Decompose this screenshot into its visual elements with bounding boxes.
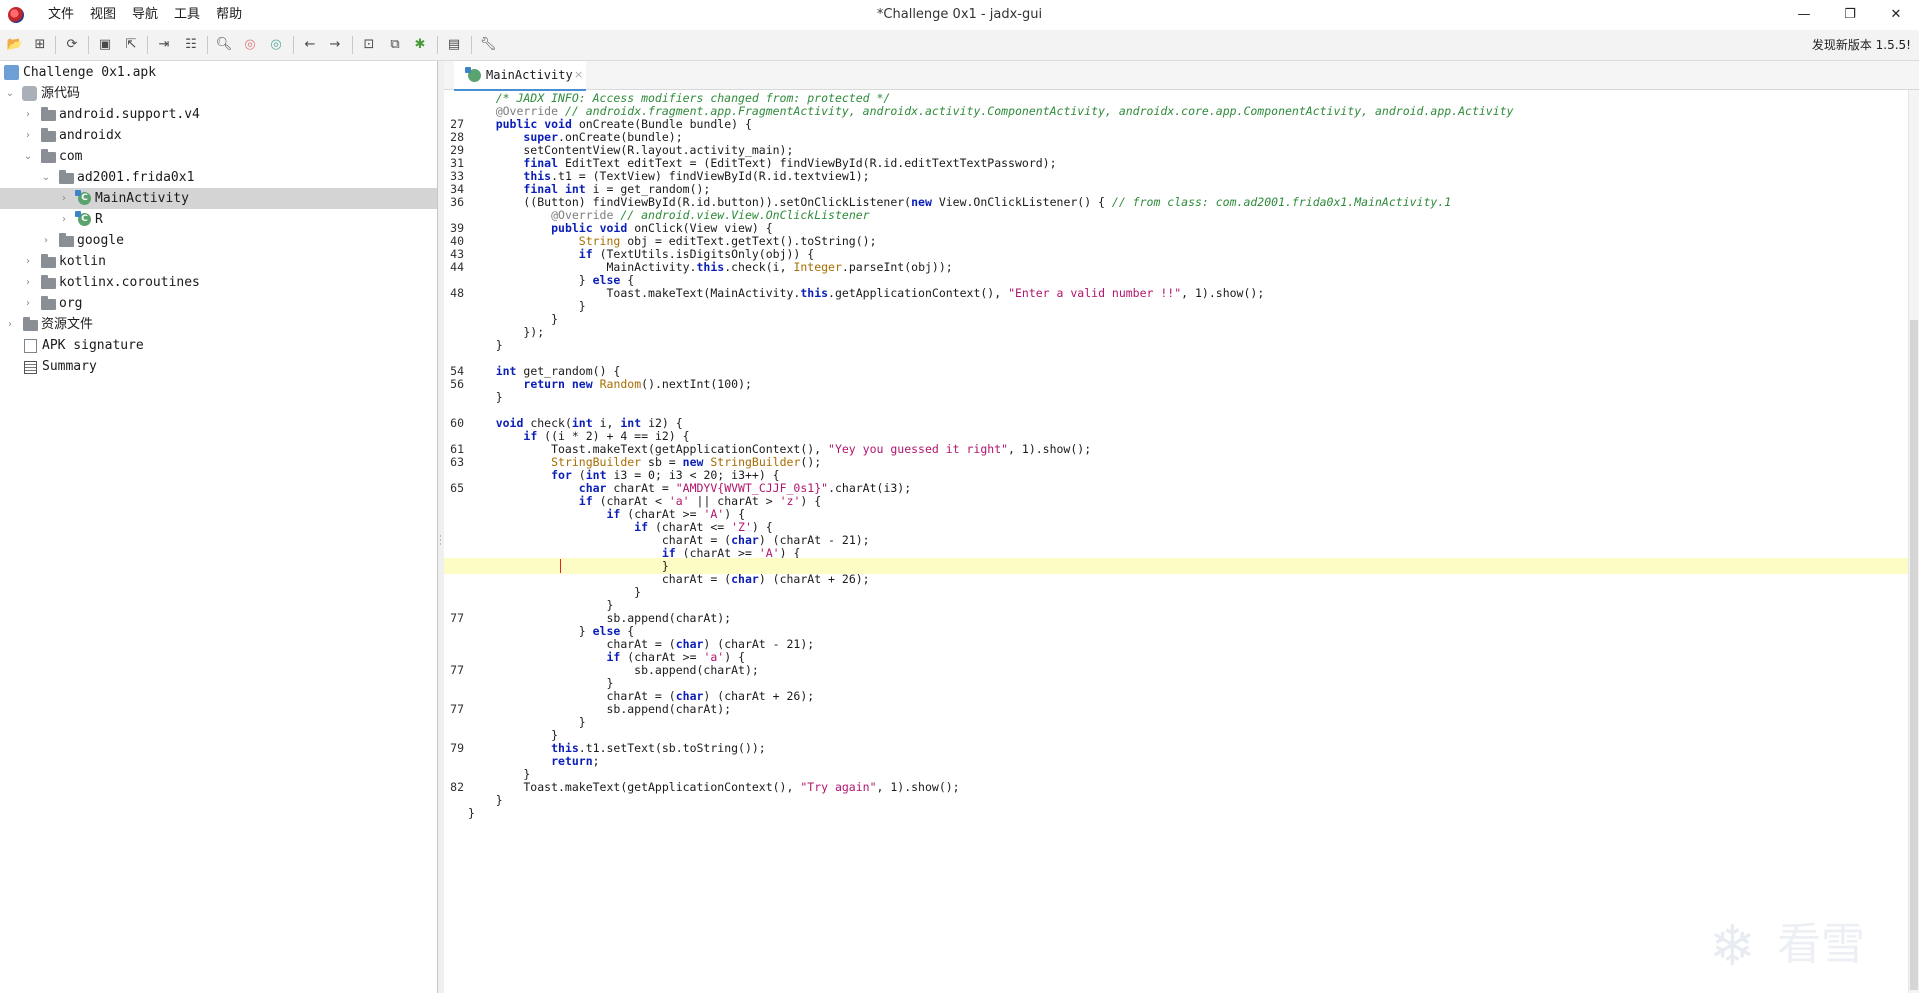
tree-item-package[interactable]: › org xyxy=(0,293,437,314)
tree-item-package[interactable]: ⌄ com xyxy=(0,146,437,167)
package-folder-icon xyxy=(59,233,74,247)
scrollbar-thumb[interactable] xyxy=(1910,320,1918,990)
summary-icon xyxy=(24,361,37,374)
back-icon[interactable]: ← xyxy=(301,36,319,54)
code-editor: MainActivity × /* JADX INFO: Access modi… xyxy=(444,61,1919,993)
code-text: } xyxy=(468,806,475,820)
toolbar-separator xyxy=(437,36,438,54)
quark-icon[interactable]: ⊡ xyxy=(360,36,378,54)
class-icon xyxy=(465,67,481,82)
update-notice[interactable]: 发现新版本 1.5.5! xyxy=(1812,30,1911,60)
flatten-icon[interactable]: ☷ xyxy=(182,36,200,54)
debug-icon[interactable]: ✱ xyxy=(411,36,429,54)
package-folder-icon xyxy=(41,128,56,142)
sync-icon[interactable]: ⟳ xyxy=(63,36,81,54)
class-icon: C xyxy=(75,211,91,226)
menu-navigation[interactable]: 导航 xyxy=(124,0,166,30)
tree-item-summary[interactable]: Summary xyxy=(0,356,437,377)
minimize-button[interactable]: — xyxy=(1781,0,1827,30)
save-icon[interactable]: ▣ xyxy=(96,36,114,54)
tree-root[interactable]: Challenge 0x1.apk xyxy=(0,62,437,83)
maximize-button[interactable]: ❐ xyxy=(1827,0,1873,30)
editor-tab-bar: MainActivity × xyxy=(444,61,1919,91)
splitter-grip-icon: · · · xyxy=(439,532,442,550)
tree-item-package[interactable]: › google xyxy=(0,230,437,251)
chevron-down-icon[interactable]: ⌄ xyxy=(22,146,34,167)
tab-mainactivity[interactable]: MainActivity × xyxy=(454,61,586,91)
package-folder-icon xyxy=(41,275,56,289)
toolbar-separator xyxy=(293,36,294,54)
source-code-icon xyxy=(22,86,37,101)
menu-file[interactable]: 文件 xyxy=(40,0,82,30)
chevron-down-icon[interactable]: ⌄ xyxy=(4,83,16,104)
tree-item-package[interactable]: › android.support.v4 xyxy=(0,104,437,125)
package-folder-icon xyxy=(41,107,56,121)
toolbar-separator xyxy=(471,36,472,54)
class-icon: C xyxy=(75,190,91,205)
title-bar: 文件 视图 导航 工具 帮助 *Challenge 0x1 - jadx-gui… xyxy=(0,0,1919,30)
tree-item-class[interactable]: › C R xyxy=(0,209,437,230)
vertical-scrollbar[interactable] xyxy=(1908,90,1919,993)
menu-tools[interactable]: 工具 xyxy=(166,0,208,30)
tree-item-package[interactable]: › androidx xyxy=(0,125,437,146)
tab-close-icon[interactable]: × xyxy=(574,61,583,89)
window-controls: — ❐ ✕ xyxy=(1781,0,1919,30)
code-area[interactable]: /* JADX INFO: Access modifiers changed f… xyxy=(444,90,1909,993)
project-tree: Challenge 0x1.apk ⌄ 源代码 › android.suppor… xyxy=(0,61,438,993)
sync-editor-icon[interactable]: ⇥ xyxy=(155,36,173,54)
tree-item-package[interactable]: ⌄ ad2001.frida0x1 xyxy=(0,167,437,188)
toolbar-separator xyxy=(147,36,148,54)
open-file-icon[interactable]: 📂 xyxy=(6,36,24,54)
kanxue-watermark: ❄ 看雪 xyxy=(1709,914,1865,979)
preferences-icon[interactable]: 🔧︎ xyxy=(479,36,497,54)
menu-help[interactable]: 帮助 xyxy=(208,0,250,30)
chevron-right-icon[interactable]: › xyxy=(40,230,52,251)
package-folder-icon xyxy=(41,149,56,163)
usage-search-icon[interactable]: ◎ xyxy=(267,36,285,54)
chevron-right-icon[interactable]: › xyxy=(22,104,34,125)
class-search-icon[interactable]: ◎ xyxy=(241,36,259,54)
chevron-right-icon[interactable]: › xyxy=(22,272,34,293)
deobfuscation-icon[interactable]: ⧉ xyxy=(386,36,404,54)
tree-item-package[interactable]: › kotlin xyxy=(0,251,437,272)
tree-item-apk-signature[interactable]: APK signature xyxy=(0,335,437,356)
chevron-right-icon[interactable]: › xyxy=(4,314,16,335)
toolbar: 📂 ⊞ ⟳ ▣ ⇱ ⇥ ☷ 🔍︎ ◎ ◎ ← → ⊡ ⧉ ✱ ▤ 🔧︎ xyxy=(0,30,1919,61)
menu-view[interactable]: 视图 xyxy=(82,0,124,30)
snowflake-icon: ❄ xyxy=(1709,914,1756,979)
chevron-right-icon[interactable]: › xyxy=(22,251,34,272)
resources-folder-icon xyxy=(23,317,38,331)
window-title: *Challenge 0x1 - jadx-gui xyxy=(876,7,1043,22)
package-folder-icon xyxy=(59,170,74,184)
toolbar-separator xyxy=(88,36,89,54)
chevron-right-icon[interactable]: › xyxy=(58,209,70,230)
search-icon[interactable]: 🔍︎ xyxy=(215,36,233,54)
toolbar-separator xyxy=(207,36,208,54)
chevron-right-icon[interactable]: › xyxy=(22,293,34,314)
package-folder-icon xyxy=(41,296,56,310)
code-line[interactable]: } xyxy=(444,805,1909,821)
tree-item-package[interactable]: › kotlinx.coroutines xyxy=(0,272,437,293)
package-folder-icon xyxy=(41,254,56,268)
tree-item-resources[interactable]: › 资源文件 xyxy=(0,314,437,335)
close-button[interactable]: ✕ xyxy=(1873,0,1919,30)
tree-item-mainactivity[interactable]: › C MainActivity xyxy=(0,188,437,209)
forward-icon[interactable]: → xyxy=(326,36,344,54)
chevron-right-icon[interactable]: › xyxy=(22,125,34,146)
chevron-right-icon[interactable]: › xyxy=(58,188,70,209)
log-icon[interactable]: ▤ xyxy=(445,36,463,54)
chevron-down-icon[interactable]: ⌄ xyxy=(40,167,52,188)
jadx-logo-icon xyxy=(8,7,24,23)
add-files-icon[interactable]: ⊞ xyxy=(31,36,49,54)
toolbar-separator xyxy=(352,36,353,54)
toolbar-separator xyxy=(55,36,56,54)
certificate-icon xyxy=(24,339,37,353)
tree-item-source[interactable]: ⌄ 源代码 xyxy=(0,83,437,104)
apk-icon xyxy=(4,65,19,80)
export-icon[interactable]: ⇱ xyxy=(122,36,140,54)
menu-bar: 文件 视图 导航 工具 帮助 xyxy=(40,0,250,30)
